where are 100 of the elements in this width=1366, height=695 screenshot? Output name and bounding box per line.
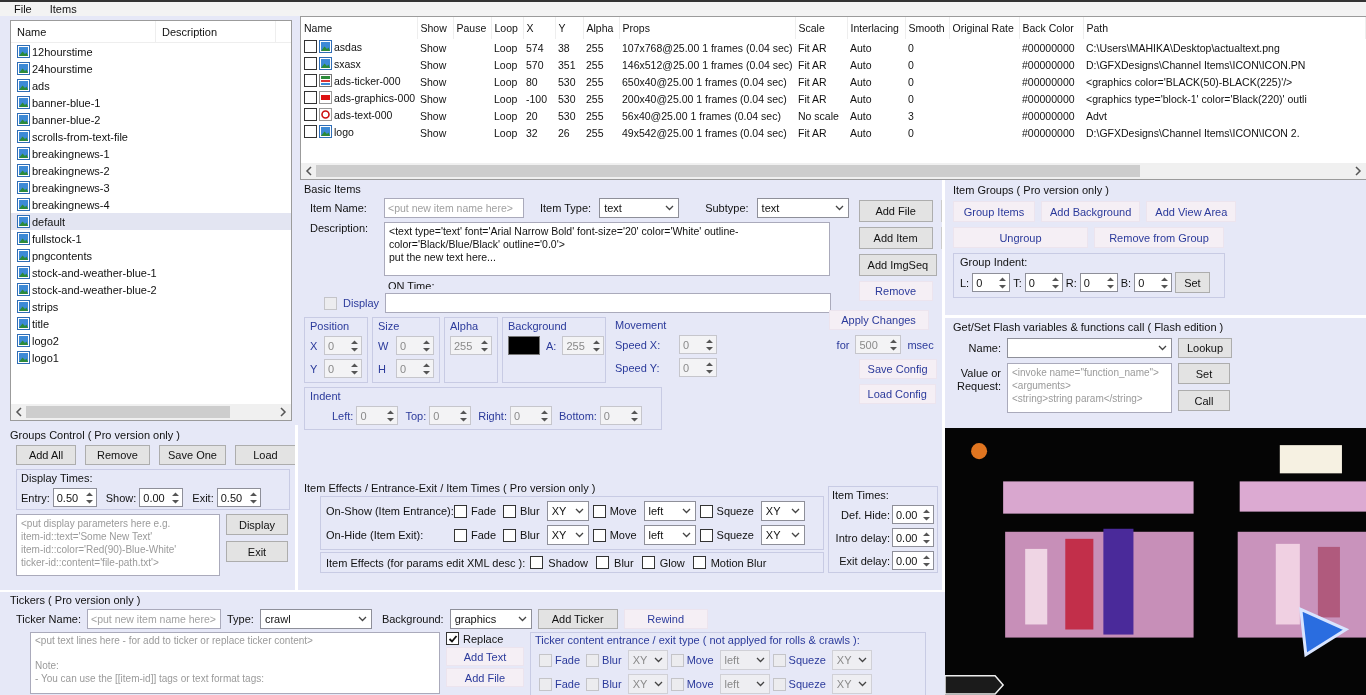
column-header[interactable]: Interlacing [847, 17, 905, 39]
button[interactable]: Remove [858, 281, 933, 301]
scrollbar-track[interactable] [301, 163, 1366, 179]
checkbox[interactable] [454, 528, 467, 542]
list-item[interactable]: 24hourstime [11, 60, 291, 77]
spinner-arrows-icon[interactable] [998, 275, 1008, 290]
button[interactable]: Set [1175, 272, 1210, 293]
list-item[interactable]: scrolls-from-text-file [11, 128, 291, 145]
menu-item[interactable]: File [14, 2, 32, 16]
column-header[interactable]: Y [555, 17, 583, 39]
button[interactable]: Exit [226, 541, 288, 562]
input-field[interactable]: <put new item name here> [87, 609, 221, 629]
column-header[interactable]: Back Color [1019, 17, 1083, 39]
input-field[interactable]: <put text lines here - for add to ticker or replace ticker content> Note: - You can use the [[item-id]] tags or text format tags: [30, 632, 440, 694]
spinner-arrows-icon[interactable] [171, 490, 181, 505]
input-field[interactable]: <invoke name="function_name"> <arguments> <string>string param</string> [1007, 363, 1172, 413]
column-header[interactable]: Show [417, 17, 453, 39]
list-item[interactable]: breakingnews-2 [11, 162, 291, 179]
list-item[interactable]: breakingnews-4 [11, 196, 291, 213]
column-header[interactable]: X [523, 17, 555, 39]
button[interactable]: Load [234, 445, 295, 465]
spin-field[interactable]: 0 [972, 273, 1011, 292]
spinner-arrows-icon[interactable] [248, 490, 258, 505]
spinner-arrows-icon[interactable] [1050, 275, 1060, 290]
spinner-arrows-icon[interactable] [922, 553, 931, 568]
spin-field[interactable]: 0.00 [892, 528, 934, 547]
column-header[interactable]: Path [1083, 17, 1366, 39]
dropdown[interactable]: graphics [449, 609, 532, 629]
dropdown[interactable]: XY [546, 501, 589, 521]
list-item[interactable]: title [11, 315, 291, 332]
column-header[interactable]: Loop [491, 17, 523, 39]
chevron-down-icon[interactable] [1158, 345, 1167, 351]
chevron-down-icon[interactable] [517, 616, 527, 622]
spin-field[interactable]: 0.00 [139, 488, 184, 507]
list-item[interactable]: ads [11, 77, 291, 94]
button[interactable]: Display [226, 514, 288, 535]
list-item[interactable]: default [11, 213, 291, 230]
scrollbar-track[interactable] [11, 404, 291, 420]
chevron-down-icon[interactable] [681, 532, 691, 538]
list-item[interactable]: pngcontents [11, 247, 291, 264]
spin-field[interactable]: 0 [1079, 273, 1118, 292]
checkbox[interactable] [446, 632, 459, 645]
checkbox[interactable] [692, 556, 706, 569]
spinner-arrows-icon[interactable] [1160, 275, 1170, 290]
spin-field[interactable]: 0.50 [216, 488, 261, 507]
list-item[interactable]: strips [11, 298, 291, 315]
dropdown[interactable]: XY [760, 525, 805, 545]
button[interactable]: Remove [85, 445, 150, 465]
dropdown[interactable]: text [599, 198, 680, 218]
list-item[interactable]: breakingnews-1 [11, 145, 291, 162]
checkbox[interactable] [503, 504, 517, 518]
chevron-down-icon[interactable] [574, 508, 584, 514]
column-header[interactable]: Original Rate [949, 17, 1019, 39]
column-header[interactable]: Name [301, 17, 417, 39]
scroll-left-icon[interactable] [305, 166, 312, 176]
button[interactable]: Lookup [1178, 338, 1233, 358]
button[interactable]: Call [1178, 390, 1230, 411]
dropdown[interactable]: text [756, 198, 849, 218]
scrollbar-thumb[interactable] [316, 165, 1141, 177]
spinner-arrows-icon[interactable] [1105, 275, 1115, 290]
scroll-left-icon[interactable] [15, 407, 22, 417]
menu-item[interactable]: Items [49, 2, 77, 16]
dropdown[interactable]: XY [546, 525, 589, 545]
list-item[interactable]: banner-blue-2 [11, 111, 291, 128]
column-header[interactable]: Pause [453, 17, 491, 39]
button[interactable]: Load Config [858, 384, 936, 404]
column-header[interactable]: Alpha [583, 17, 619, 39]
checkbox[interactable] [503, 528, 517, 542]
color-swatch[interactable] [508, 336, 540, 355]
button[interactable]: Group Items [953, 201, 1035, 222]
button[interactable]: Add File [446, 668, 524, 687]
input-field[interactable]: <put display parameters here e.g. item-id::text='Some New Text' item-id::color='Red(90)-Blue-White' ticker-id::content='file-path.txt'> [16, 514, 220, 576]
button[interactable]: Save One [159, 445, 226, 465]
checkbox[interactable] [592, 504, 606, 518]
spin-field[interactable]: 0 [1024, 273, 1063, 292]
spinner-arrows-icon[interactable] [922, 530, 931, 545]
checkbox[interactable] [454, 504, 467, 518]
button[interactable]: Add Ticker [537, 609, 618, 629]
checkbox[interactable] [530, 556, 544, 569]
checkbox[interactable] [699, 504, 713, 518]
button[interactable]: Remove from Group [1094, 227, 1224, 248]
column-header[interactable]: Description [156, 21, 276, 42]
column-header[interactable]: Name [11, 21, 156, 42]
spin-field[interactable]: 0 [1134, 273, 1173, 292]
checkbox[interactable] [304, 125, 317, 138]
chevron-down-icon[interactable] [834, 205, 844, 211]
list-item[interactable]: fullstock-1 [11, 230, 291, 247]
button[interactable]: Add Background [1041, 201, 1141, 222]
spin-field[interactable]: 0.00 [892, 551, 934, 570]
checkbox[interactable] [304, 91, 317, 104]
scroll-right-icon[interactable] [1355, 166, 1362, 176]
spin-field[interactable]: 0.00 [892, 505, 934, 524]
dropdown[interactable]: XY [760, 501, 805, 521]
list-item[interactable]: 12hourstime [11, 43, 291, 60]
button[interactable]: Apply Changes [828, 310, 929, 330]
checkbox[interactable] [304, 108, 317, 121]
button[interactable]: Add Item [858, 227, 933, 249]
list-item[interactable]: logo2 [11, 332, 291, 349]
checkbox[interactable] [304, 40, 317, 53]
list-item[interactable]: stock-and-weather-blue-1 [11, 264, 291, 281]
